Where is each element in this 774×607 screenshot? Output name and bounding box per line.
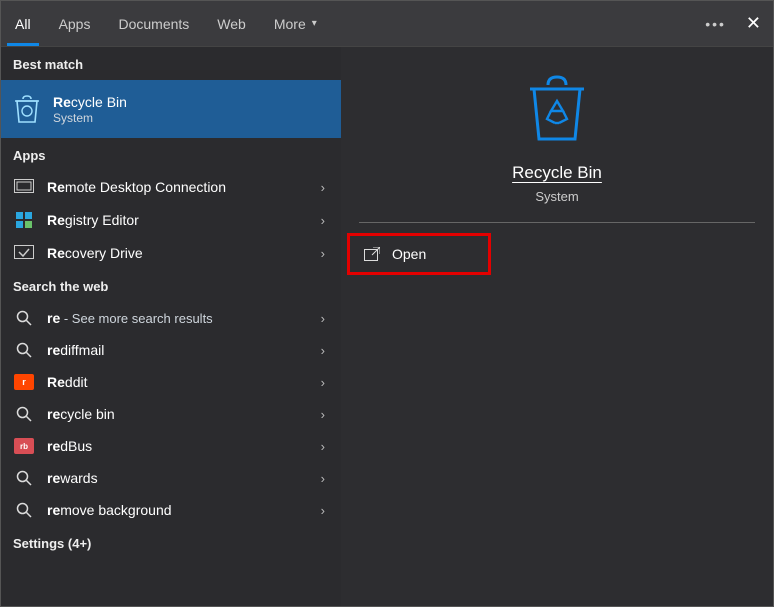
chevron-down-icon: ▾ bbox=[312, 18, 317, 29]
section-search-web: Search the web bbox=[1, 269, 341, 302]
tab-all-label: All bbox=[15, 16, 31, 32]
recycle-bin-large-icon bbox=[526, 73, 588, 145]
tab-documents[interactable]: Documents bbox=[104, 1, 203, 46]
close-icon[interactable]: ✕ bbox=[746, 13, 761, 34]
result-subtitle: System bbox=[53, 111, 331, 125]
result-title: Remote Desktop Connection bbox=[47, 179, 315, 195]
chevron-right-icon[interactable]: › bbox=[315, 311, 331, 326]
result-title: recycle bin bbox=[47, 406, 315, 422]
result-title: re - See more search results bbox=[47, 310, 315, 326]
tab-more-label: More bbox=[274, 16, 306, 32]
rdc-icon bbox=[11, 179, 37, 195]
result-web-re[interactable]: re - See more search results › bbox=[1, 302, 341, 334]
chevron-right-icon[interactable]: › bbox=[315, 471, 331, 486]
redbus-icon: rb bbox=[11, 438, 37, 454]
result-title: remove background bbox=[47, 502, 315, 518]
result-title: redBus bbox=[47, 438, 315, 454]
result-web-recyclebin[interactable]: recycle bin › bbox=[1, 398, 341, 430]
tab-more[interactable]: More ▾ bbox=[260, 1, 331, 46]
result-web-redbus[interactable]: rb redBus › bbox=[1, 430, 341, 462]
recycle-bin-icon bbox=[11, 94, 43, 124]
result-web-rediffmail[interactable]: rediffmail › bbox=[1, 334, 341, 366]
result-recycle-bin[interactable]: Recycle Bin System bbox=[1, 80, 341, 138]
chevron-right-icon[interactable]: › bbox=[315, 407, 331, 422]
section-settings[interactable]: Settings (4+) bbox=[1, 526, 341, 559]
section-best-match: Best match bbox=[1, 47, 341, 80]
tab-apps-label: Apps bbox=[59, 16, 91, 32]
chevron-right-icon[interactable]: › bbox=[315, 375, 331, 390]
result-title: Registry Editor bbox=[47, 212, 315, 228]
result-app-recovery[interactable]: Recovery Drive › bbox=[1, 237, 341, 269]
action-open-label: Open bbox=[392, 246, 426, 262]
result-title: Recycle Bin bbox=[53, 94, 331, 110]
search-icon bbox=[11, 406, 37, 422]
search-icon bbox=[11, 502, 37, 518]
result-web-removebg[interactable]: remove background › bbox=[1, 494, 341, 526]
preview-panel: Recycle Bin System Open bbox=[341, 47, 773, 606]
result-title: Reddit bbox=[47, 374, 315, 390]
result-title: Recovery Drive bbox=[47, 245, 315, 261]
titlebar: All Apps Documents Web More ▾ ••• ✕ bbox=[1, 1, 773, 47]
tab-all[interactable]: All bbox=[1, 1, 45, 46]
result-web-rewards[interactable]: rewards › bbox=[1, 462, 341, 494]
chevron-right-icon[interactable]: › bbox=[315, 439, 331, 454]
search-icon bbox=[11, 470, 37, 486]
reddit-icon: r bbox=[11, 374, 37, 390]
open-icon bbox=[364, 247, 380, 261]
preview-header: Recycle Bin System bbox=[341, 47, 773, 222]
result-web-reddit[interactable]: r Reddit › bbox=[1, 366, 341, 398]
result-title: rewards bbox=[47, 470, 315, 486]
chevron-right-icon[interactable]: › bbox=[315, 343, 331, 358]
titlebar-tools: ••• ✕ bbox=[705, 13, 773, 34]
filter-tabs: All Apps Documents Web More ▾ bbox=[1, 1, 331, 46]
chevron-right-icon[interactable]: › bbox=[315, 503, 331, 518]
result-text: Recycle Bin System bbox=[53, 94, 331, 125]
tab-web[interactable]: Web bbox=[203, 1, 260, 46]
chevron-right-icon[interactable]: › bbox=[315, 180, 331, 195]
result-app-rdc[interactable]: Remote Desktop Connection › bbox=[1, 171, 341, 203]
chevron-right-icon[interactable]: › bbox=[315, 213, 331, 228]
tab-apps[interactable]: Apps bbox=[45, 1, 105, 46]
tab-documents-label: Documents bbox=[118, 16, 189, 32]
recovery-icon bbox=[11, 245, 37, 261]
body: Best match Recycle Bin System Apps bbox=[1, 47, 773, 606]
more-options-icon[interactable]: ••• bbox=[705, 16, 726, 32]
divider bbox=[359, 222, 755, 223]
search-icon bbox=[11, 310, 37, 326]
result-app-regedit[interactable]: Registry Editor › bbox=[1, 203, 341, 237]
action-open[interactable]: Open bbox=[347, 233, 491, 275]
preview-subtitle: System bbox=[535, 189, 578, 204]
results-panel: Best match Recycle Bin System Apps bbox=[1, 47, 341, 606]
chevron-right-icon[interactable]: › bbox=[315, 246, 331, 261]
preview-title[interactable]: Recycle Bin bbox=[512, 163, 602, 183]
result-title: rediffmail bbox=[47, 342, 315, 358]
regedit-icon bbox=[11, 211, 37, 229]
tab-web-label: Web bbox=[217, 16, 246, 32]
search-window: All Apps Documents Web More ▾ ••• ✕ Best … bbox=[0, 0, 774, 607]
section-apps: Apps bbox=[1, 138, 341, 171]
search-icon bbox=[11, 342, 37, 358]
